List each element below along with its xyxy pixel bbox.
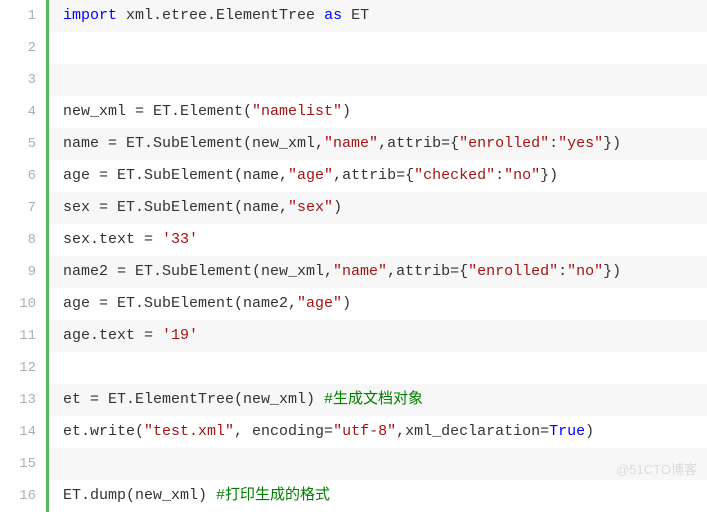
code-line: sex = ET.SubElement(name,"sex") [49,192,707,224]
code-row: 13et = ET.ElementTree(new_xml) #生成文档对象 [0,384,707,416]
code-block: 1import xml.etree.ElementTree as ET234ne… [0,0,707,512]
code-row: 16ET.dump(new_xml) #打印生成的格式 [0,480,707,512]
code-token: "sex" [288,199,333,217]
code-line: et.write("test.xml", encoding="utf-8",xm… [49,416,707,448]
code-token: "no" [567,263,603,281]
code-token: "checked" [414,167,495,185]
code-token: ,attrib={ [333,167,414,185]
code-line [49,352,707,384]
code-row: 11age.text = '19' [0,320,707,352]
code-token: import [63,7,117,25]
code-token: et = ET.ElementTree(new_xml) [63,391,324,409]
code-token: xml.etree.ElementTree [117,7,324,25]
code-token: : [495,167,504,185]
code-token: ET [342,7,369,25]
line-number: 2 [0,32,46,64]
code-token: ) [342,295,351,313]
code-row: 5name = ET.SubElement(new_xml,"name",att… [0,128,707,160]
code-line: age = ET.SubElement(name2,"age") [49,288,707,320]
code-token: : [549,135,558,153]
code-token: "age" [288,167,333,185]
code-row: 3 [0,64,707,96]
code-token: }) [540,167,558,185]
code-line [49,32,707,64]
code-line: ET.dump(new_xml) #打印生成的格式 [49,480,707,512]
code-row: 15 [0,448,707,480]
line-number: 9 [0,256,46,288]
code-line [49,448,707,480]
code-token: name2 = ET.SubElement(new_xml, [63,263,333,281]
code-token: age = ET.SubElement(name2, [63,295,297,313]
line-number: 1 [0,0,46,32]
code-line: sex.text = '33' [49,224,707,256]
code-row: 14et.write("test.xml", encoding="utf-8",… [0,416,707,448]
code-line: age.text = '19' [49,320,707,352]
code-token: ,attrib={ [378,135,459,153]
code-row: 10age = ET.SubElement(name2,"age") [0,288,707,320]
code-token: sex.text = [63,231,162,249]
code-token: "enrolled" [459,135,549,153]
code-row: 7sex = ET.SubElement(name,"sex") [0,192,707,224]
code-token: ) [585,423,594,441]
code-line: name2 = ET.SubElement(new_xml,"name",att… [49,256,707,288]
code-token: ) [342,103,351,121]
code-token: "no" [504,167,540,185]
code-token: ) [333,199,342,217]
code-line [49,64,707,96]
line-number: 13 [0,384,46,416]
code-token: age.text = [63,327,162,345]
code-row: 1import xml.etree.ElementTree as ET [0,0,707,32]
code-token: "test.xml" [144,423,234,441]
code-line: et = ET.ElementTree(new_xml) #生成文档对象 [49,384,707,416]
code-token: '33' [162,231,198,249]
code-row: 4new_xml = ET.Element("namelist") [0,96,707,128]
line-number: 12 [0,352,46,384]
code-line: age = ET.SubElement(name,"age",attrib={"… [49,160,707,192]
code-token: #打印生成的格式 [216,487,330,505]
line-number: 15 [0,448,46,480]
code-token: age = ET.SubElement(name, [63,167,288,185]
line-number: 11 [0,320,46,352]
code-token: "name" [333,263,387,281]
code-token: et.write( [63,423,144,441]
code-token: as [324,7,342,25]
code-token: "namelist" [252,103,342,121]
line-number: 6 [0,160,46,192]
code-row: 9name2 = ET.SubElement(new_xml,"name",at… [0,256,707,288]
code-row: 2 [0,32,707,64]
code-token: }) [603,135,621,153]
line-number: 14 [0,416,46,448]
code-token: "age" [297,295,342,313]
code-row: 8sex.text = '33' [0,224,707,256]
code-token: name = ET.SubElement(new_xml, [63,135,324,153]
code-token: #生成文档对象 [324,391,423,409]
line-number: 16 [0,480,46,512]
code-token: "utf-8" [333,423,396,441]
code-token: sex = ET.SubElement(name, [63,199,288,217]
code-token: "enrolled" [468,263,558,281]
code-token: : [558,263,567,281]
line-number: 4 [0,96,46,128]
code-token: }) [603,263,621,281]
code-token: '19' [162,327,198,345]
line-number: 8 [0,224,46,256]
line-number: 3 [0,64,46,96]
code-token: ,attrib={ [387,263,468,281]
code-token: , encoding= [234,423,333,441]
code-token: ,xml_declaration= [396,423,549,441]
code-token: True [549,423,585,441]
code-row: 12 [0,352,707,384]
code-token: "yes" [558,135,603,153]
code-line: import xml.etree.ElementTree as ET [49,0,707,32]
code-token: "name" [324,135,378,153]
code-token: ET.dump(new_xml) [63,487,216,505]
code-row: 6age = ET.SubElement(name,"age",attrib={… [0,160,707,192]
code-token: new_xml = ET.Element( [63,103,252,121]
line-number: 10 [0,288,46,320]
code-line: new_xml = ET.Element("namelist") [49,96,707,128]
line-number: 5 [0,128,46,160]
code-line: name = ET.SubElement(new_xml,"name",attr… [49,128,707,160]
line-number: 7 [0,192,46,224]
